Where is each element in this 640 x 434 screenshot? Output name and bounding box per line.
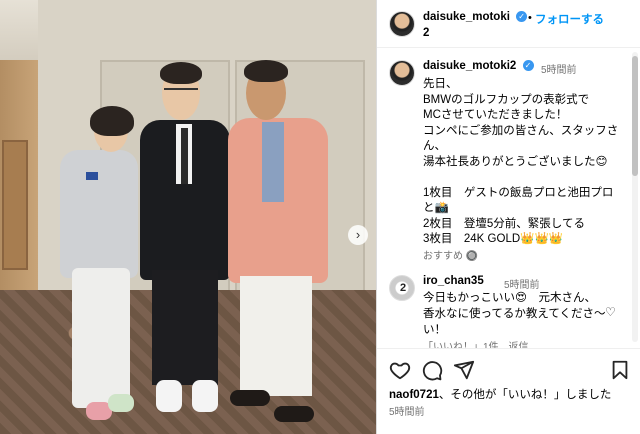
tie <box>181 128 188 184</box>
share-icon[interactable] <box>453 359 475 381</box>
save-bookmark-icon[interactable] <box>609 359 631 381</box>
comments-area[interactable]: daisuke_motoki2 ✓ 5時間前 先日、 BMWのゴルフカップの表彰… <box>377 48 640 348</box>
caption-username-text[interactable]: daisuke_motoki2 <box>423 60 516 72</box>
shoe <box>108 394 134 412</box>
left-door <box>2 140 28 270</box>
likes-summary[interactable]: naof0721、その他が「いいね！」しました <box>389 386 611 402</box>
author-username-text[interactable]: daisuke_motoki <box>423 11 510 23</box>
comment-meta[interactable]: 「いいね！」1件 返信 <box>423 338 529 348</box>
commenter-avatar-label: 2 <box>399 282 407 294</box>
caption-timestamp[interactable]: 5時間前 <box>541 61 577 76</box>
shoe <box>274 406 314 422</box>
next-photo-button[interactable]: › <box>348 225 368 245</box>
author-username[interactable]: daisuke_motoki ✓ <box>423 11 528 23</box>
comment-icon[interactable] <box>421 359 443 381</box>
woman-hair <box>90 106 134 136</box>
post-photo[interactable]: › <box>0 0 376 434</box>
caption-username[interactable]: daisuke_motoki2 ✓ <box>423 60 534 72</box>
comments-scrollbar[interactable] <box>632 52 638 342</box>
post-header: daisuke_motoki ✓ 2 • フォローする <box>377 0 640 48</box>
author-username-suffix[interactable]: 2 <box>423 27 429 39</box>
commenter-avatar[interactable]: 2 <box>389 275 415 301</box>
comment-like-heart-icon[interactable]: ♡ <box>605 305 616 319</box>
pink-jacket-man-legs <box>240 276 312 396</box>
verified-badge-icon: ✓ <box>516 11 528 23</box>
comment-timestamp[interactable]: 5時間前 <box>504 276 540 291</box>
glasses <box>164 88 198 94</box>
shoe <box>156 380 182 412</box>
shirt <box>262 122 284 202</box>
caption-author-avatar[interactable] <box>389 60 415 86</box>
action-bar: naof0721、その他が「いいね！」しました 5時間前 <box>377 348 640 434</box>
author-avatar[interactable] <box>389 11 415 37</box>
suit-man-legs <box>152 270 218 385</box>
scrollbar-thumb[interactable] <box>632 56 638 176</box>
suit-man-hair <box>160 62 202 84</box>
shirt-logo <box>86 172 98 180</box>
commenter-username[interactable]: iro_chan35 <box>423 275 484 287</box>
woman-torso <box>60 150 138 278</box>
post-timestamp[interactable]: 5時間前 <box>389 403 425 418</box>
shoe <box>192 380 218 412</box>
post-side-panel: daisuke_motoki ✓ 2 • フォローする daisuke_moto… <box>376 0 640 434</box>
likes-text: 、その他が「いいね！」しました <box>438 389 612 401</box>
shoe <box>230 390 270 406</box>
verified-badge-icon: ✓ <box>522 60 534 72</box>
see-translation-link[interactable]: おすすめ 🔘 <box>423 247 478 262</box>
follow-button[interactable]: フォローする <box>535 11 604 27</box>
separator-dot: • <box>528 12 532 24</box>
woman-legs <box>72 268 130 408</box>
heart-icon[interactable] <box>389 359 411 381</box>
comment-text: 今日もかっこいい😍 元木さん、 香水なに使ってるか教えてくださ〜い！ <box>423 292 606 336</box>
caption-text: 先日、 BMWのゴルフカップの表彰式で MCさせていただきました！ コンペにご参… <box>423 78 619 245</box>
likes-username[interactable]: naof0721 <box>389 389 439 401</box>
pink-jacket-man-hair <box>244 60 288 82</box>
